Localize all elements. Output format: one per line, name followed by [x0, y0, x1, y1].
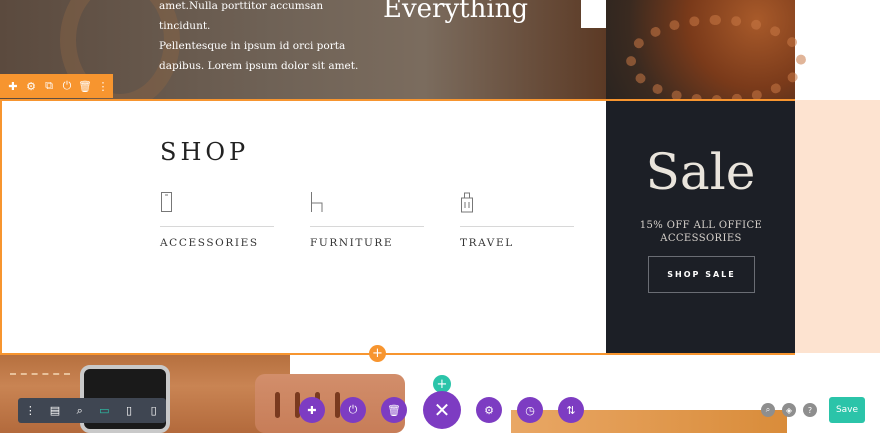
power-icon[interactable]: ⏻	[340, 397, 366, 423]
help-icon[interactable]: ?	[803, 403, 817, 417]
hero-paragraph: amet.Nulla porttitor accumsan tincidunt.…	[159, 0, 359, 76]
phone-icon	[160, 191, 274, 217]
sort-icon[interactable]: ⇅	[558, 397, 584, 423]
shop-title: SHOP	[160, 138, 250, 166]
hero-text-line: Pellentesque in ipsum id orci porta	[159, 40, 346, 52]
view-mode-bar: ⋮ ▤ ⌕ ▭ ▯ ▯	[18, 398, 166, 423]
category-label: ACCESSORIES	[160, 237, 259, 249]
add-row-button[interactable]: +	[369, 345, 386, 362]
leather-image	[606, 0, 806, 105]
hero-white-block	[581, 0, 606, 28]
sale-subtitle: 15% OFF ALL OFFICE ACCESSORIES	[639, 220, 763, 244]
category-label: TRAVEL	[460, 237, 514, 249]
category-accessories[interactable]: ACCESSORIES	[160, 191, 274, 249]
bottom-orange-image	[511, 410, 787, 433]
gear-icon[interactable]: ⚙	[22, 74, 40, 98]
add-icon[interactable]: ✚	[299, 397, 325, 423]
luggage-icon	[460, 191, 574, 217]
save-button[interactable]: Save	[829, 397, 865, 423]
plus-icon[interactable]: ✚	[4, 74, 22, 98]
layers-icon[interactable]: ◈	[782, 403, 796, 417]
trash-icon[interactable]: 🗑	[76, 74, 94, 98]
zoom-icon[interactable]: ⌕	[67, 398, 92, 423]
category-divider	[460, 226, 574, 227]
gear-icon[interactable]: ⚙	[476, 397, 502, 423]
hero-text-line: dapibus. Lorem ipsum dolor sit amet.	[159, 60, 359, 72]
close-icon[interactable]: ✕	[423, 391, 461, 429]
category-label: FURNITURE	[310, 237, 394, 249]
layout-icon[interactable]: ▤	[43, 398, 68, 423]
hero-text-line: amet.Nulla porttitor accumsan tincidunt.	[159, 0, 324, 32]
category-travel[interactable]: TRAVEL	[460, 191, 574, 249]
desktop-icon[interactable]: ▭	[92, 398, 117, 423]
shop-sale-button[interactable]: SHOP SALE	[648, 256, 755, 293]
duplicate-icon[interactable]: ⧉	[40, 74, 58, 98]
category-divider	[310, 226, 424, 227]
shop-section[interactable]: SHOP ACCESSORIES FURNITURE TRAVEL Sale 1…	[0, 99, 795, 355]
phone-icon[interactable]: ▯	[141, 398, 166, 423]
peach-side-panel	[795, 100, 880, 353]
more-icon[interactable]: ⋮	[94, 74, 112, 98]
chair-icon	[310, 191, 424, 217]
trash-icon[interactable]: 🗑	[381, 397, 407, 423]
sale-title: Sale	[645, 143, 756, 201]
category-divider	[160, 226, 274, 227]
sale-panel: Sale 15% OFF ALL OFFICE ACCESSORIES SHOP…	[606, 101, 795, 353]
more-icon[interactable]: ⋮	[18, 398, 43, 423]
history-icon[interactable]: ◷	[517, 397, 543, 423]
hero-heading: Everything	[383, 0, 529, 24]
power-icon[interactable]: ⏻	[58, 74, 76, 98]
tablet-icon[interactable]: ▯	[117, 398, 142, 423]
module-toolbar: ✚ ⚙ ⧉ ⏻ 🗑 ⋮	[0, 74, 113, 98]
category-furniture[interactable]: FURNITURE	[310, 191, 424, 249]
search-icon[interactable]: ⌕	[761, 403, 775, 417]
